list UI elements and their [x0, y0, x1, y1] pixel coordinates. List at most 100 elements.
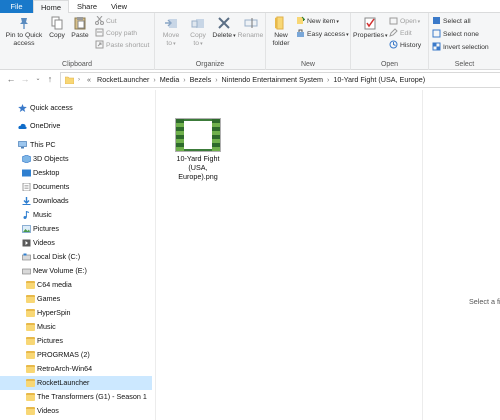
select-none-button[interactable]: Select none: [432, 29, 479, 40]
tab-home[interactable]: Home: [33, 0, 69, 14]
address-bar[interactable]: › « RocketLauncher › Media › Bezels › Nintendo…: [60, 72, 500, 88]
video-icon: [22, 239, 31, 247]
select-all-icon: [433, 17, 440, 24]
tab-file[interactable]: File: [0, 0, 33, 13]
nav-folder-progrmas[interactable]: PROGRMAS (2): [0, 348, 152, 362]
open-button[interactable]: Open▾: [389, 16, 420, 27]
file-list[interactable]: 10-Yard Fight (USA, Europe).png: [156, 90, 422, 420]
paste-shortcut-label: Paste shortcut: [106, 42, 150, 49]
paste-shortcut-button[interactable]: Paste shortcut: [95, 40, 149, 51]
nav-new-volume[interactable]: New Volume (E:): [0, 264, 152, 278]
cube-icon: [22, 155, 31, 163]
file-thumbnail: [175, 118, 221, 152]
nav-documents-label: Documents: [33, 182, 70, 191]
rename-icon: [244, 18, 257, 28]
copy-to-button[interactable]: Copy to▾: [185, 16, 211, 48]
edit-icon: [389, 28, 398, 37]
nav-this-pc-label: This PC: [30, 140, 56, 149]
breadcrumb-rocketlauncher[interactable]: RocketLauncher: [97, 73, 149, 87]
tab-view[interactable]: View: [106, 0, 132, 13]
arrow-left-icon: ←: [6, 74, 16, 84]
nav-3d-objects[interactable]: 3D Objects: [0, 152, 152, 166]
breadcrumb-current-folder[interactable]: 10-Yard Fight (USA, Europe): [333, 73, 425, 87]
select-group: Select all Select none Invert selection …: [429, 13, 500, 70]
move-to-icon: [165, 19, 177, 28]
new-folder-button[interactable]: New folder: [268, 16, 294, 48]
nav-folder-hyperspin[interactable]: HyperSpin: [0, 306, 152, 320]
folder-icon: [26, 393, 35, 401]
new-item-button[interactable]: New item▾: [296, 16, 339, 27]
nav-onedrive-label: OneDrive: [30, 121, 61, 130]
breadcrumb-nes[interactable]: Nintendo Entertainment System: [222, 73, 323, 87]
breadcrumb-media[interactable]: Media: [160, 73, 180, 87]
file-name: 10-Yard Fight (USA, Europe).png: [176, 154, 220, 181]
recent-locations-button[interactable]: ⌄: [32, 73, 44, 86]
open-group-label: Open: [380, 61, 399, 68]
chevron-down-icon: ⌄: [35, 76, 41, 82]
rename-button[interactable]: Rename: [237, 16, 264, 40]
organize-group: Move to▾ Copy to▾ Delete▾ Rename Organiz…: [155, 13, 266, 70]
copy-path-button[interactable]: Copy path: [95, 28, 137, 39]
new-item-icon: [297, 16, 305, 24]
nav-folder-music[interactable]: Music: [0, 320, 152, 334]
edit-label: Edit: [400, 30, 412, 37]
preview-placeholder: Select a file: [469, 297, 500, 306]
nav-folder-pictures[interactable]: Pictures: [0, 334, 152, 348]
nav-folder-transformers[interactable]: The Transformers (G1) - Season 1: [0, 390, 152, 404]
edit-button[interactable]: Edit: [389, 28, 412, 39]
documents-icon: [22, 183, 31, 191]
forward-button[interactable]: →: [19, 73, 31, 86]
download-icon: [22, 197, 31, 205]
nav-folder-label: PROGRMAS (2): [37, 350, 90, 359]
breadcrumb-bezels[interactable]: Bezels: [190, 73, 212, 87]
nav-folder-c64-media[interactable]: C64 media: [0, 278, 152, 292]
copy-button[interactable]: Copy: [46, 16, 68, 40]
nav-folder-games[interactable]: Games: [0, 292, 152, 306]
move-to-button[interactable]: Move to▾: [158, 16, 184, 48]
nav-documents[interactable]: Documents: [0, 180, 152, 194]
address-overflow[interactable]: «: [87, 73, 91, 87]
new-group-label: New: [300, 61, 315, 68]
copy-icon: [51, 16, 63, 30]
select-all-button[interactable]: Select all: [432, 16, 471, 27]
cut-button[interactable]: Cut: [95, 16, 117, 27]
copy-label: Copy: [49, 32, 65, 39]
paste-button[interactable]: Paste: [69, 16, 91, 40]
nav-new-volume-label: New Volume (E:): [33, 266, 87, 275]
desktop-icon: [22, 169, 31, 177]
easy-access-icon: [297, 29, 304, 37]
rename-label: Rename: [237, 32, 264, 39]
open-label: Open: [400, 18, 417, 25]
nav-folder-label: Pictures: [37, 336, 63, 345]
nav-folder-label: C64 media: [37, 280, 72, 289]
pin-to-quick-access-button[interactable]: Pin to Quick access: [2, 16, 46, 48]
up-button[interactable]: ↑: [44, 73, 56, 86]
nav-pictures[interactable]: Pictures: [0, 222, 152, 236]
invert-selection-label: Invert selection: [443, 44, 489, 51]
copy-path-icon: [95, 28, 104, 37]
folder-icon: [26, 323, 35, 331]
tab-share[interactable]: Share: [72, 0, 102, 13]
invert-selection-button[interactable]: Invert selection: [432, 42, 489, 53]
nav-folder-retroarch[interactable]: RetroArch-Win64: [0, 362, 152, 376]
delete-button[interactable]: Delete▾: [212, 16, 236, 40]
nav-folder-videos[interactable]: Videos: [0, 404, 152, 418]
nav-folder-rocketlauncher[interactable]: RocketLauncher: [0, 376, 152, 390]
properties-button[interactable]: Properties▾: [353, 16, 388, 40]
nav-downloads[interactable]: Downloads: [0, 194, 152, 208]
nav-videos[interactable]: Videos: [0, 236, 152, 250]
nav-music-label: Music: [33, 210, 52, 219]
folder-icon: [65, 76, 74, 84]
file-explorer-window: File Home Share View Pin to Quick access…: [0, 0, 500, 420]
nav-music[interactable]: Music: [0, 208, 152, 222]
back-button[interactable]: ←: [5, 73, 17, 86]
nav-this-pc[interactable]: This PC: [0, 138, 152, 152]
nav-desktop[interactable]: Desktop: [0, 166, 152, 180]
easy-access-button[interactable]: Easy access▾: [296, 29, 349, 40]
nav-local-disk[interactable]: Local Disk (C:): [0, 250, 152, 264]
nav-onedrive[interactable]: OneDrive: [0, 119, 152, 133]
history-button[interactable]: History: [389, 40, 421, 51]
nav-downloads-label: Downloads: [33, 196, 69, 205]
nav-quick-access[interactable]: Quick access: [0, 101, 152, 115]
file-item[interactable]: 10-Yard Fight (USA, Europe).png: [172, 118, 224, 181]
